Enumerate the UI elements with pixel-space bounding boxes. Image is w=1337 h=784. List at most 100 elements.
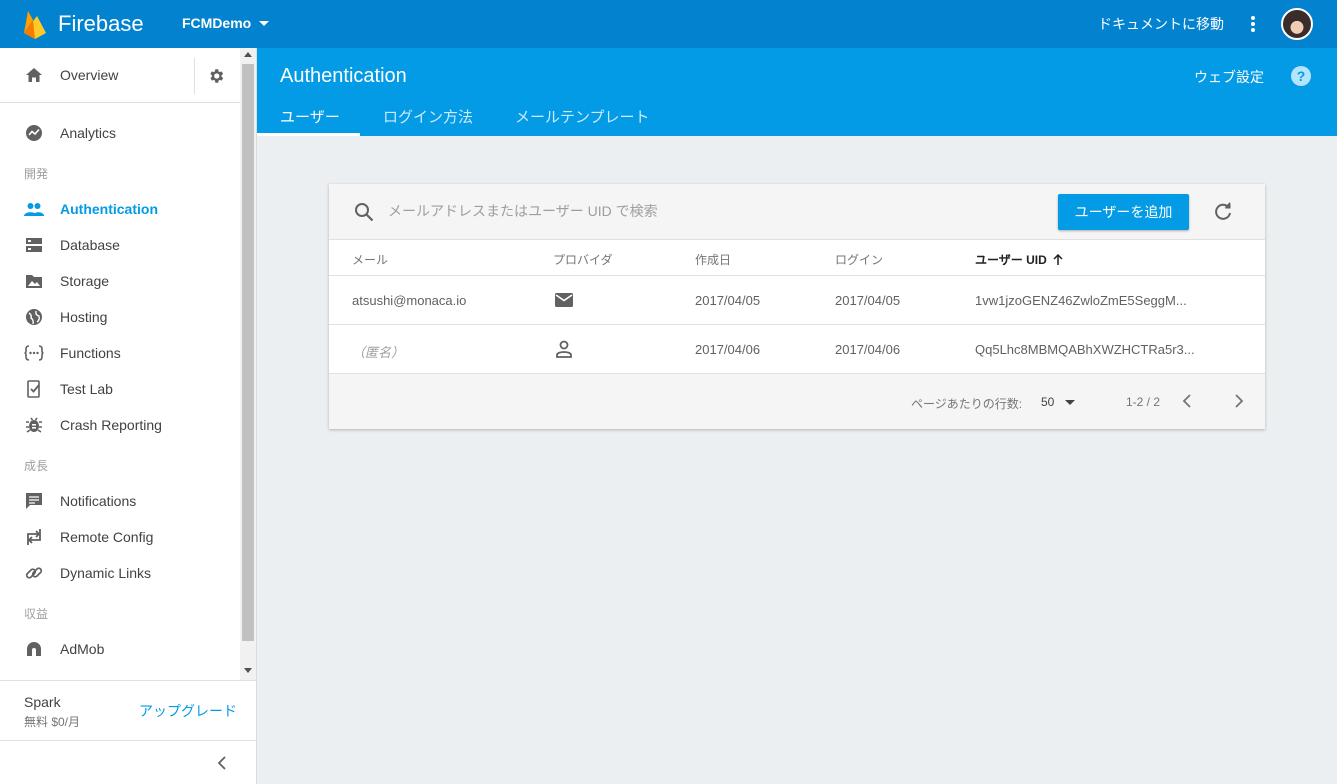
sidebar-item-label: Remote Config (60, 529, 154, 545)
sidebar-item-label: Test Lab (60, 381, 113, 397)
functions-icon (24, 343, 44, 363)
section-heading-develop: 開発 (24, 167, 49, 181)
sidebar-item-crash-reporting[interactable]: Crash Reporting (0, 407, 240, 443)
sidebar-item-label: Database (60, 237, 120, 253)
scrollbar-thumb[interactable] (242, 64, 254, 641)
sort-ascending-icon (1053, 253, 1063, 265)
active-tab-indicator (257, 133, 360, 136)
remote-config-icon (24, 527, 44, 547)
project-selector[interactable]: FCMDemo (182, 15, 270, 31)
user-search-input[interactable] (388, 200, 768, 222)
sidebar-item-label: Dynamic Links (60, 565, 152, 581)
top-app-bar: Firebase FCMDemo ドキュメントに移動 (0, 0, 1337, 48)
tab-users[interactable]: ユーザー (280, 106, 340, 127)
sidebar-item-authentication[interactable]: Authentication (0, 191, 240, 227)
section-heading-grow: 成長 (24, 459, 49, 473)
message-icon (24, 491, 44, 511)
user-created-date: 2017/04/06 (695, 342, 761, 357)
sidebar-item-database[interactable]: Database (0, 227, 240, 263)
sidebar-item-notifications[interactable]: Notifications (0, 483, 240, 519)
help-icon[interactable]: ? (1291, 66, 1311, 86)
users-card: ユーザーを追加 メール プロバイダ 作成日 ログイン ユーザー UID atsu… (329, 184, 1265, 429)
people-icon (24, 199, 44, 219)
plan-name: Spark (24, 694, 61, 710)
mail-icon (555, 293, 573, 307)
test-lab-icon (24, 379, 44, 399)
sidebar-overview-row: Overview (0, 48, 240, 103)
column-header-signed-in[interactable]: ログイン (835, 251, 883, 268)
more-vert-icon[interactable] (1244, 14, 1262, 34)
divider (194, 58, 195, 94)
sidebar-item-functions[interactable]: Functions (0, 335, 240, 371)
plan-price: 無料 $0/月 (24, 715, 81, 729)
database-icon (24, 235, 44, 255)
user-email: （匿名） (352, 345, 405, 360)
link-icon (24, 563, 44, 583)
chevron-left-icon[interactable] (1180, 392, 1194, 410)
user-uid: 1vw1jzoGENZ46ZwloZmE5SeggM... (975, 293, 1187, 308)
tab-sign-in-method[interactable]: ログイン方法 (383, 106, 473, 127)
column-header-provider[interactable]: プロバイダ (553, 251, 613, 268)
table-row[interactable]: （匿名） 2017/04/06 2017/04/06 Qq5Lhc8MBMQAB… (329, 325, 1265, 374)
sidebar-item-label: Notifications (60, 493, 137, 509)
sidebar-item-label: Overview (60, 67, 119, 83)
sidebar-item-label: Storage (60, 273, 110, 289)
rows-per-page-label: ページあたりの行数: (911, 397, 1023, 411)
user-signed-in-date: 2017/04/06 (835, 342, 901, 357)
docs-link[interactable]: ドキュメントに移動 (1098, 14, 1224, 34)
table-pagination: ページあたりの行数: 50 1-2 / 2 (329, 374, 1265, 429)
column-header-uid[interactable]: ユーザー UID (975, 251, 1063, 268)
project-name: FCMDemo (182, 15, 252, 31)
sidebar-item-admob[interactable]: AdMob (0, 631, 240, 667)
tab-email-templates[interactable]: メールテンプレート (515, 106, 650, 127)
column-header-label: ユーザー UID (975, 253, 1047, 267)
sidebar-item-label: Crash Reporting (60, 417, 162, 433)
sidebar-item-remote-config[interactable]: Remote Config (0, 519, 240, 555)
scroll-up-arrow-icon[interactable] (244, 52, 252, 57)
admob-icon (24, 639, 44, 659)
globe-icon (24, 307, 44, 327)
scroll-down-arrow-icon[interactable] (244, 668, 252, 673)
plan-panel: Spark 無料 $0/月 アップグレード (0, 680, 256, 741)
dropdown-caret-icon (259, 20, 270, 26)
sidebar-item-label: Analytics (60, 125, 117, 141)
user-created-date: 2017/04/05 (695, 293, 761, 308)
web-setup-link[interactable]: ウェブ設定 (1194, 67, 1264, 87)
avatar[interactable] (1281, 8, 1313, 40)
upgrade-link[interactable]: アップグレード (139, 701, 237, 721)
sidebar-item-label: Hosting (60, 309, 108, 325)
user-email: atsushi@monaca.io (352, 293, 467, 308)
sidebar-item-hosting[interactable]: Hosting (0, 299, 240, 335)
users-table-header: メール プロバイダ 作成日 ログイン ユーザー UID (329, 240, 1265, 276)
add-user-button[interactable]: ユーザーを追加 (1058, 194, 1189, 230)
gear-icon[interactable] (207, 67, 225, 85)
person-icon (556, 340, 572, 358)
sidebar-item-storage[interactable]: Storage (0, 263, 240, 299)
search-icon (355, 203, 374, 222)
analytics-icon (24, 123, 44, 143)
sidebar-item-analytics[interactable]: Analytics (0, 115, 240, 151)
users-toolbar: ユーザーを追加 (329, 184, 1265, 240)
bug-icon (24, 415, 44, 435)
brand-name: Firebase (58, 11, 144, 36)
table-row[interactable]: atsushi@monaca.io 2017/04/05 2017/04/05 … (329, 276, 1265, 325)
section-heading-earn: 収益 (24, 607, 49, 621)
page-header: Authentication ウェブ設定 ? ユーザー ログイン方法 メールテン… (257, 48, 1337, 136)
refresh-icon[interactable] (1212, 201, 1234, 223)
dropdown-caret-icon (1065, 399, 1076, 405)
collapse-sidebar-icon[interactable] (216, 756, 228, 770)
home-icon (24, 65, 44, 85)
page-title: Authentication (280, 65, 407, 87)
sidebar-item-label: AdMob (60, 641, 105, 657)
sidebar-item-label: Authentication (60, 201, 158, 217)
column-header-created[interactable]: 作成日 (695, 251, 731, 268)
firebase-logo[interactable] (22, 9, 48, 39)
sidebar-item-test-lab[interactable]: Test Lab (0, 371, 240, 407)
sidebar-item-overview[interactable]: Overview (0, 57, 240, 93)
sidebar-item-label: Functions (60, 345, 121, 361)
sidebar: Overview Analytics 開発 Authentication Dat… (0, 48, 257, 784)
chevron-right-icon[interactable] (1232, 392, 1246, 410)
rows-per-page-select[interactable]: 50 (1041, 395, 1076, 409)
sidebar-item-dynamic-links[interactable]: Dynamic Links (0, 555, 240, 591)
column-header-email[interactable]: メール (352, 251, 388, 268)
